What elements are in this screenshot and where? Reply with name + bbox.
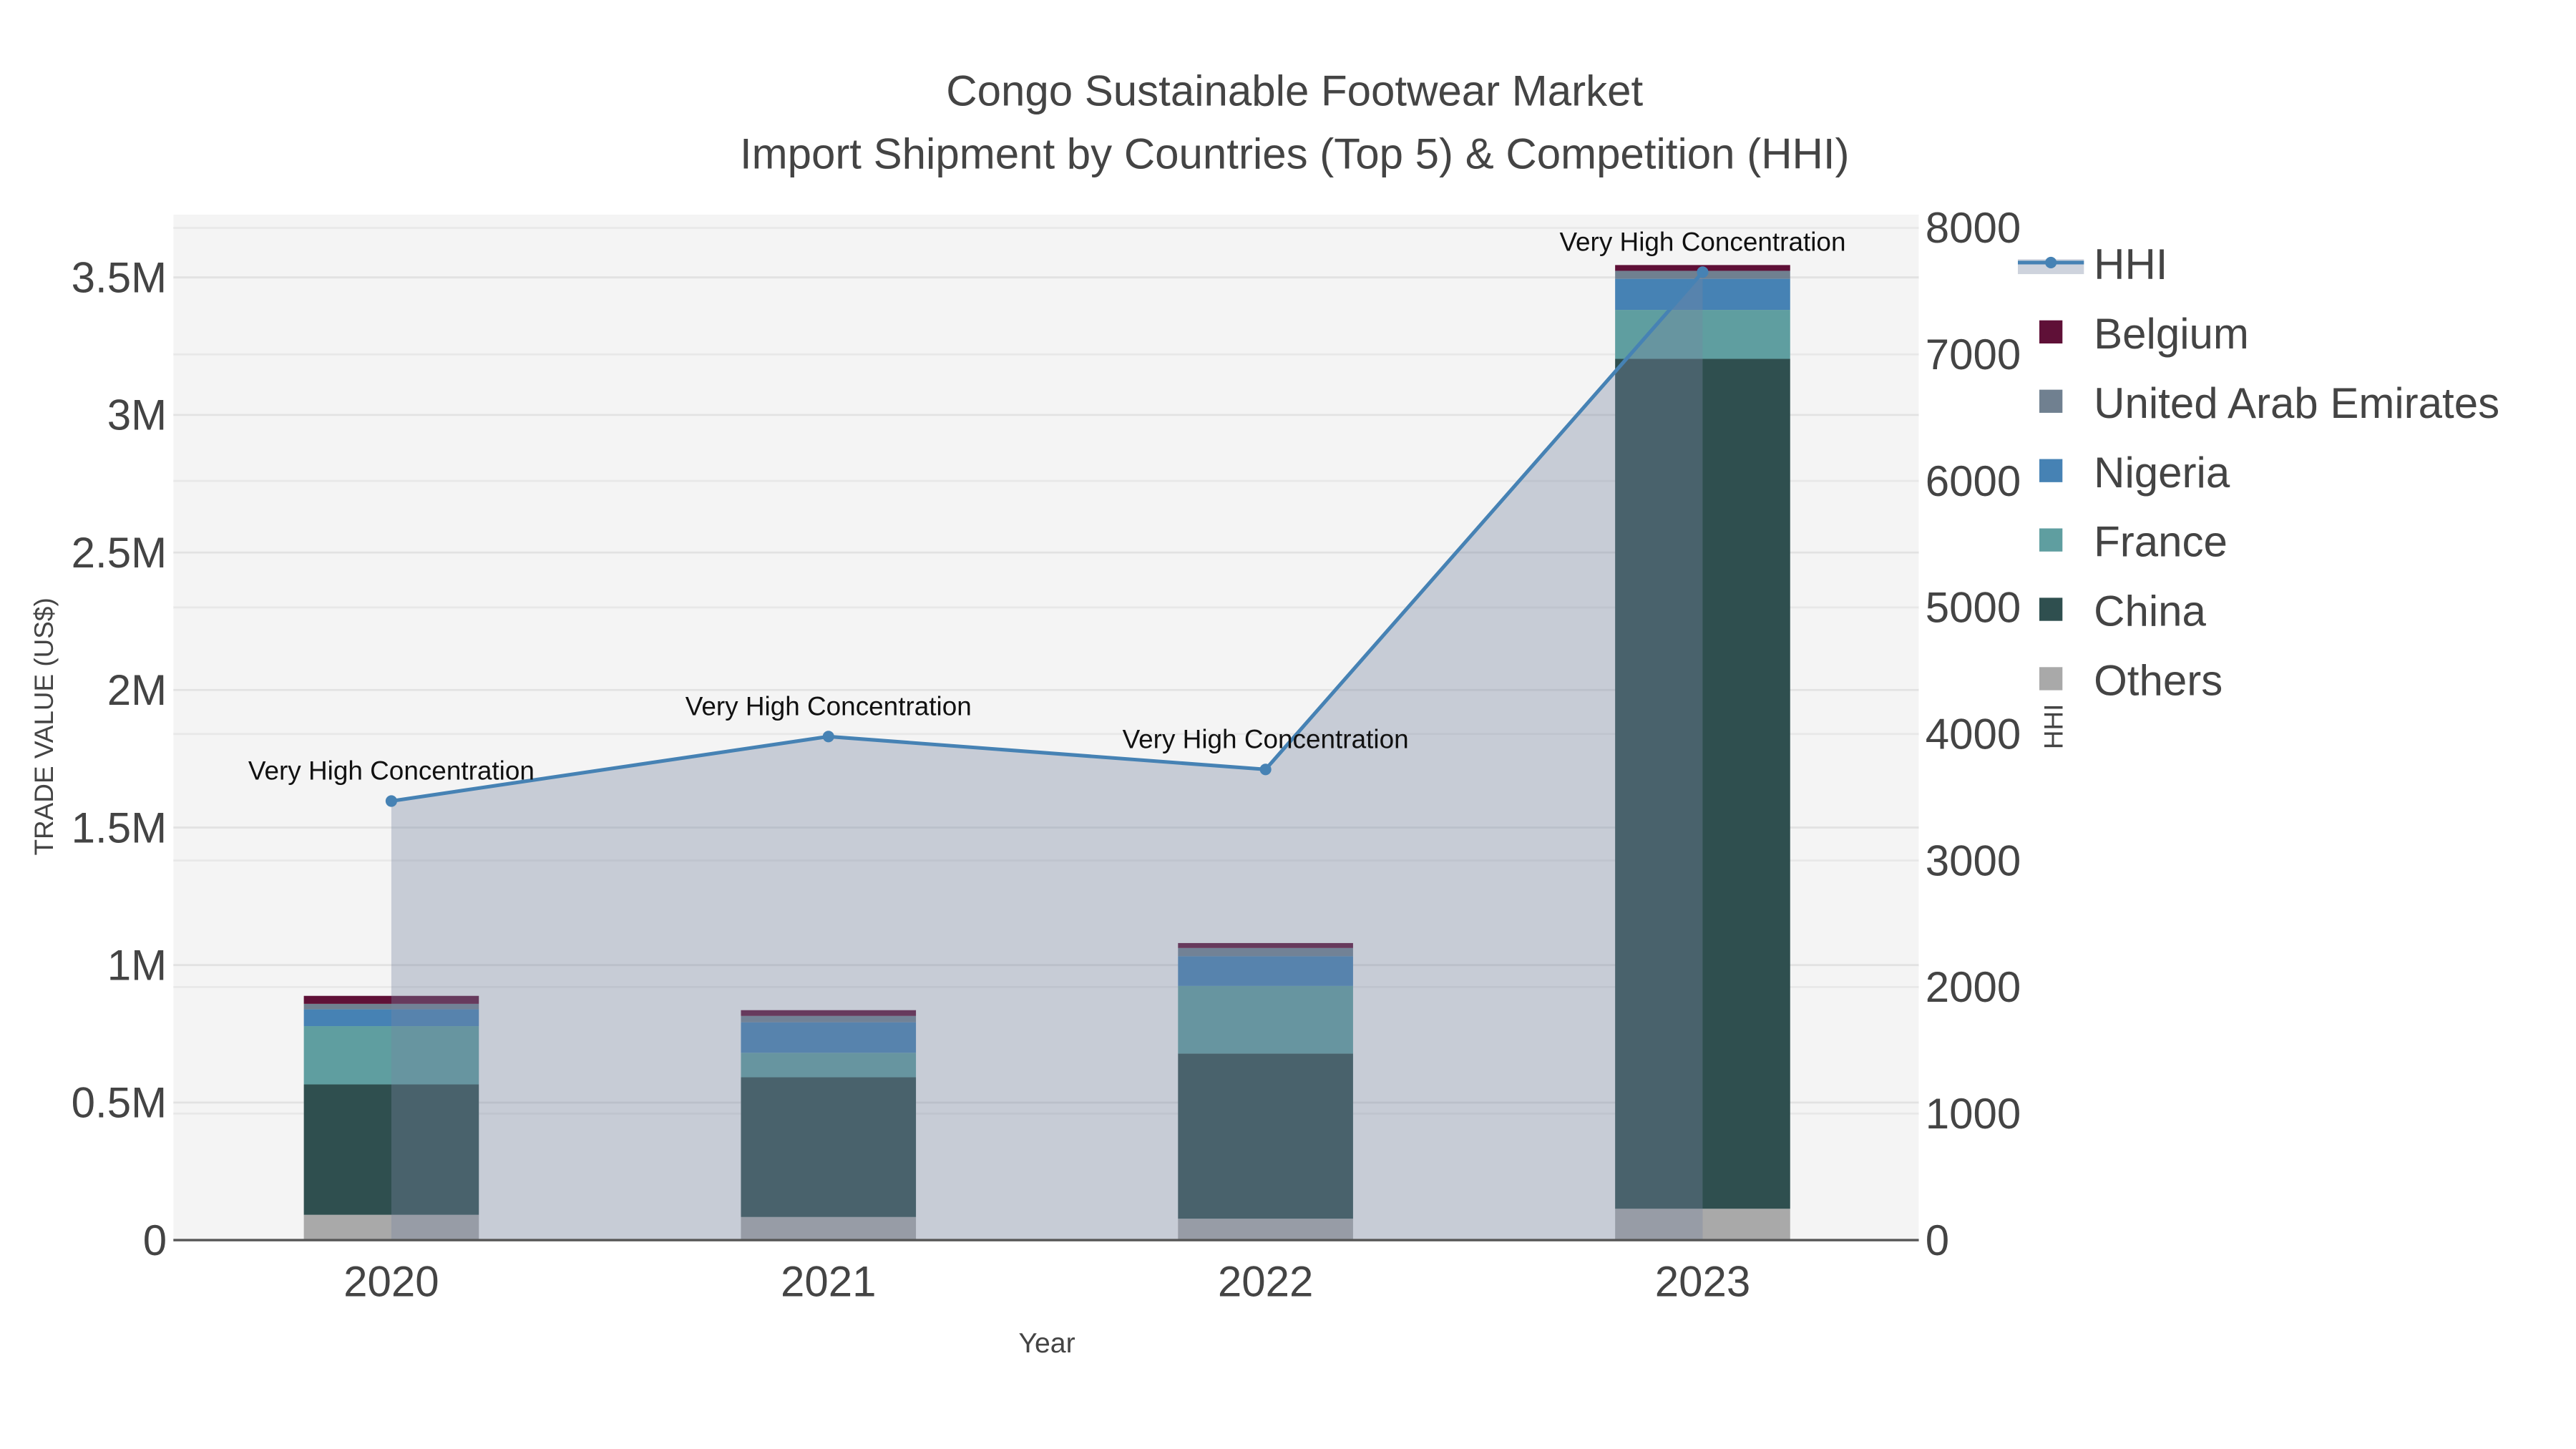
legend-label: United Arab Emirates bbox=[2094, 379, 2499, 427]
y2-tick-label: 3000 bbox=[1926, 836, 2021, 884]
y-tick-label: 0.5M bbox=[72, 1079, 167, 1127]
legend-swatch bbox=[2039, 389, 2063, 413]
x-tick-label: 2020 bbox=[343, 1258, 439, 1306]
legend-label: Nigeria bbox=[2094, 449, 2230, 497]
legend-item-nigeria[interactable]: Nigeria bbox=[2039, 449, 2230, 497]
y2-tick-label: 4000 bbox=[1926, 711, 2021, 758]
y2-tick-label: 0 bbox=[1926, 1216, 1949, 1264]
hhi-annotation: Very High Concentration bbox=[1123, 724, 1409, 753]
x-tick-label: 2021 bbox=[781, 1258, 876, 1306]
y-tick-label: 1M bbox=[107, 941, 167, 989]
chart: 0 0.5M 1M 1.5M 2M 2.5M 3M 3.5M 0 1000 2000 3000 4000… bbox=[29, 67, 2499, 1359]
hhi-point-2022 bbox=[1259, 763, 1272, 776]
y-tick-label: 0 bbox=[143, 1216, 167, 1264]
hhi-annotation: Very High Concentration bbox=[248, 756, 535, 785]
legend-item-hhi[interactable]: HHI bbox=[2017, 240, 2167, 288]
legend-item-france[interactable]: France bbox=[2039, 518, 2228, 566]
y-tick-label: 2.5M bbox=[72, 529, 167, 577]
y-tick-label: 3M bbox=[107, 391, 167, 439]
legend-swatch bbox=[2039, 320, 2063, 343]
chart-subtitle: Import Shipment by Countries (Top 5) & C… bbox=[740, 130, 1850, 177]
legend-swatch bbox=[2039, 667, 2063, 691]
legend-label: Belgium bbox=[2094, 310, 2249, 358]
hhi-annotation: Very High Concentration bbox=[1559, 227, 1845, 256]
y2-tick-label: 8000 bbox=[1926, 204, 2021, 252]
legend-swatch bbox=[2039, 528, 2063, 552]
y2-tick-label: 5000 bbox=[1926, 584, 2021, 632]
legend-label: France bbox=[2094, 518, 2228, 566]
y-tick-label: 1.5M bbox=[72, 804, 167, 852]
legend-label: HHI bbox=[2094, 240, 2167, 288]
y2-axis-title: HHI bbox=[2039, 704, 2068, 750]
x-tick-label: 2022 bbox=[1218, 1258, 1313, 1306]
hhi-point-2023 bbox=[1697, 266, 1709, 278]
legend-item-others[interactable]: Others bbox=[2039, 657, 2223, 705]
y2-tick-label: 1000 bbox=[1926, 1090, 2021, 1138]
legend-item-united-arab-emirates[interactable]: United Arab Emirates bbox=[2039, 379, 2499, 427]
legend-swatch bbox=[2039, 459, 2063, 482]
legend-label: China bbox=[2094, 587, 2206, 635]
legend-label: Others bbox=[2094, 657, 2223, 705]
y-axis-title: TRADE VALUE (US$) bbox=[29, 597, 59, 855]
legend-item-belgium[interactable]: Belgium bbox=[2039, 310, 2249, 358]
legend-item-china[interactable]: China bbox=[2039, 587, 2207, 635]
x-axis-title: Year bbox=[1018, 1327, 1075, 1359]
x-tick-label: 2023 bbox=[1655, 1258, 1750, 1306]
legend-swatch bbox=[2039, 597, 2063, 621]
y2-tick-label: 2000 bbox=[1926, 963, 2021, 1011]
y-tick-label: 2M bbox=[107, 666, 167, 714]
legend-marker bbox=[2045, 256, 2057, 268]
y2-tick-label: 6000 bbox=[1926, 457, 2021, 505]
hhi-point-2020 bbox=[385, 795, 397, 807]
y-tick-label: 3.5M bbox=[72, 253, 167, 301]
chart-title: Congo Sustainable Footwear Market bbox=[946, 67, 1643, 115]
hhi-annotation: Very High Concentration bbox=[686, 691, 972, 721]
y2-tick-labels: 0 1000 2000 3000 4000 5000 6000 7000 8000 bbox=[1926, 204, 2021, 1264]
y2-tick-label: 7000 bbox=[1926, 331, 2021, 379]
hhi-point-2021 bbox=[822, 731, 834, 743]
